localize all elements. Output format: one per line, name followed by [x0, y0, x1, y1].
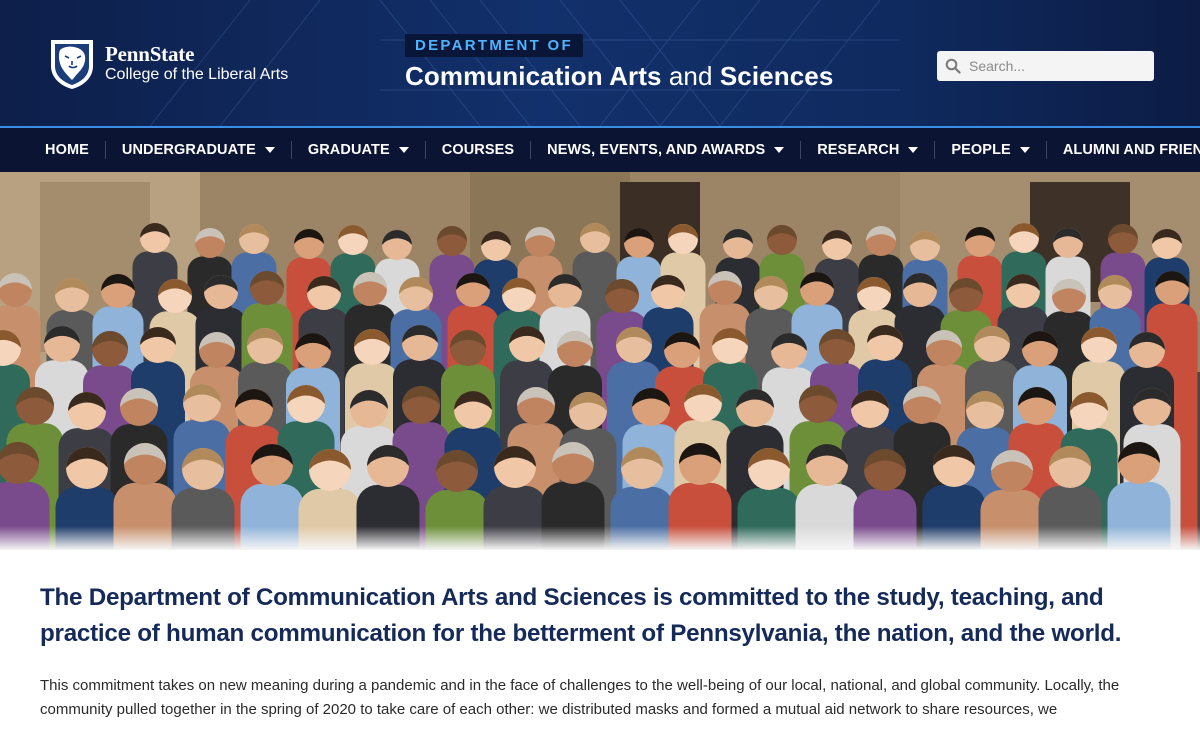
- department-name-part: Communication Arts: [405, 61, 662, 91]
- brand-name: PennState: [105, 41, 195, 66]
- nav-item-people[interactable]: PEOPLE: [934, 141, 1045, 159]
- college-name: College of the Liberal Arts: [105, 65, 289, 83]
- nav-item-label: PEOPLE: [951, 142, 1011, 158]
- nav-item-undergraduate[interactable]: UNDERGRADUATE: [104, 141, 291, 159]
- department-title[interactable]: DEPARTMENT OF Communication Arts and Sci…: [405, 34, 833, 92]
- search-input[interactable]: [969, 58, 1149, 74]
- department-tag: DEPARTMENT OF: [405, 34, 583, 57]
- mission-statement: The Department of Communication Arts and…: [40, 584, 1122, 647]
- main-content: The Department of Communication Arts and…: [0, 550, 1200, 722]
- nav-item-label: UNDERGRADUATE: [121, 142, 256, 158]
- group-photo-illustration: [0, 172, 1200, 550]
- nav-item-label: COURSES: [441, 142, 515, 158]
- nav-item-label: RESEARCH: [817, 142, 900, 158]
- brand-text: PennState College of the Liberal Arts: [105, 43, 288, 84]
- nav-item-label: ALUMNI AND FRIENDS: [1062, 142, 1200, 158]
- nav-item-news-events-awards[interactable]: NEWS, EVENTS, AND AWARDS: [530, 141, 800, 159]
- site-header: PennState College of the Liberal Arts DE…: [0, 0, 1200, 126]
- caret-down-icon[interactable]: [774, 147, 785, 153]
- department-name: Communication Arts and Sciences: [405, 61, 833, 92]
- hero-fade: [0, 526, 1200, 550]
- nav-item-label: NEWS, EVENTS, AND AWARDS: [547, 142, 766, 158]
- nav-item-research[interactable]: RESEARCH: [800, 141, 934, 159]
- caret-down-icon[interactable]: [1019, 147, 1030, 153]
- nav-item-label: HOME: [45, 142, 89, 158]
- department-name-connector: and: [661, 61, 720, 91]
- main-nav: HOME UNDERGRADUATE GRADUATE COURSES NEWS…: [0, 126, 1200, 172]
- caret-down-icon[interactable]: [264, 147, 275, 153]
- nav-item-home[interactable]: HOME: [29, 141, 105, 159]
- department-name-part: Sciences: [719, 61, 834, 91]
- site-logo[interactable]: PennState College of the Liberal Arts: [47, 36, 288, 90]
- caret-down-icon[interactable]: [908, 147, 919, 153]
- search-icon: [945, 58, 961, 74]
- nav-item-alumni-friends[interactable]: ALUMNI AND FRIENDS: [1045, 141, 1200, 159]
- hero-group-photo: [0, 172, 1200, 550]
- intro-paragraph: This commitment takes on new meaning dur…: [40, 677, 1120, 718]
- nav-item-label: GRADUATE: [307, 142, 390, 158]
- caret-down-icon[interactable]: [398, 147, 409, 153]
- nav-item-courses[interactable]: COURSES: [424, 141, 530, 159]
- search-box[interactable]: [937, 51, 1154, 81]
- nittany-lion-shield-icon: [51, 40, 93, 89]
- nav-item-graduate[interactable]: GRADUATE: [290, 141, 425, 159]
